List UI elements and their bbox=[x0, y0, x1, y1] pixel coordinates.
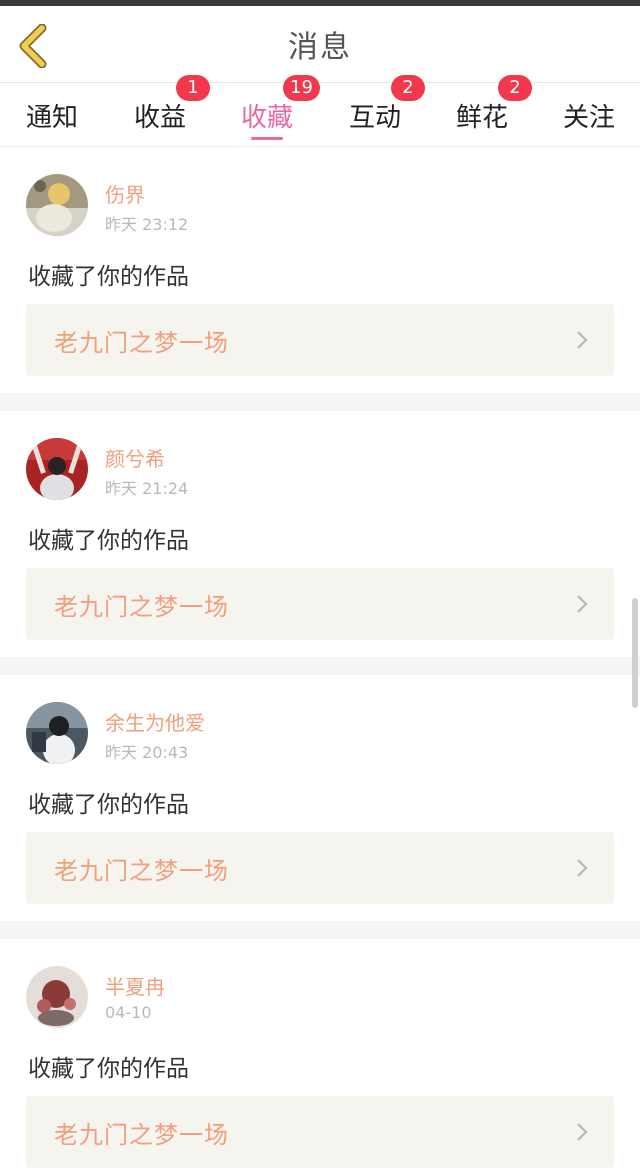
message-list: 伤界 昨天 23:12 收藏了你的作品 老九门之梦一场 颜兮希 昨天 21:24… bbox=[0, 147, 640, 1174]
chevron-left-icon bbox=[19, 24, 47, 68]
timestamp: 昨天 21:24 bbox=[105, 479, 189, 498]
timestamp: 昨天 23:12 bbox=[105, 215, 189, 234]
active-tab-indicator bbox=[251, 137, 283, 140]
tab-badge: 19 bbox=[283, 75, 320, 101]
timestamp: 昨天 20:43 bbox=[105, 743, 189, 762]
tab-favorites[interactable]: 收藏 19 bbox=[217, 75, 320, 147]
timestamp: 04-10 bbox=[105, 1003, 152, 1022]
message-card: 半夏冉 04-10 收藏了你的作品 老九门之梦一场 bbox=[0, 939, 640, 1174]
tab-follow[interactable]: 关注 bbox=[539, 83, 639, 147]
work-title: 老九门之梦一场 bbox=[54, 592, 229, 621]
avatar[interactable] bbox=[26, 174, 88, 236]
action-text: 收藏了你的作品 bbox=[28, 792, 189, 818]
tab-label: 鲜花 bbox=[455, 102, 508, 133]
message-card: 余生为他爱 昨天 20:43 收藏了你的作品 老九门之梦一场 bbox=[0, 675, 640, 921]
work-title: 老九门之梦一场 bbox=[54, 1120, 229, 1149]
action-text: 收藏了你的作品 bbox=[28, 528, 189, 554]
avatar[interactable] bbox=[26, 702, 88, 764]
tab-label: 收益 bbox=[133, 102, 186, 133]
avatar[interactable] bbox=[26, 438, 88, 500]
username[interactable]: 半夏冉 bbox=[105, 971, 165, 1000]
tab-badge: 2 bbox=[498, 75, 532, 101]
tab-label: 收藏 bbox=[240, 102, 293, 133]
page-title: 消息 bbox=[288, 30, 352, 65]
action-text: 收藏了你的作品 bbox=[28, 264, 189, 290]
work-link[interactable]: 老九门之梦一场 bbox=[26, 1096, 614, 1168]
username[interactable]: 颜兮希 bbox=[105, 443, 165, 472]
message-card: 伤界 昨天 23:12 收藏了你的作品 老九门之梦一场 bbox=[0, 147, 640, 393]
tab-label: 通知 bbox=[25, 102, 78, 133]
tab-earnings[interactable]: 收益 1 bbox=[110, 75, 210, 147]
chevron-right-icon bbox=[577, 331, 588, 349]
chevron-right-icon bbox=[577, 1123, 588, 1141]
message-card: 颜兮希 昨天 21:24 收藏了你的作品 老九门之梦一场 bbox=[0, 411, 640, 657]
work-link[interactable]: 老九门之梦一场 bbox=[26, 568, 614, 640]
tab-flowers[interactable]: 鲜花 2 bbox=[432, 75, 532, 147]
back-button[interactable] bbox=[16, 22, 50, 70]
header: 消息 bbox=[0, 6, 640, 83]
tab-badge: 2 bbox=[391, 75, 425, 101]
chevron-right-icon bbox=[577, 595, 588, 613]
work-title: 老九门之梦一场 bbox=[54, 328, 229, 357]
app-root: 消息 通知 收益 1 收藏 19 互动 2 鲜花 2 关注 伤界 昨天 23:1… bbox=[0, 0, 640, 1174]
tab-label: 关注 bbox=[562, 102, 615, 133]
work-title: 老九门之梦一场 bbox=[54, 856, 229, 885]
work-link[interactable]: 老九门之梦一场 bbox=[26, 832, 614, 904]
action-text: 收藏了你的作品 bbox=[28, 1056, 189, 1082]
avatar[interactable] bbox=[26, 966, 88, 1028]
tab-interactions[interactable]: 互动 2 bbox=[325, 75, 425, 147]
tab-bar: 通知 收益 1 收藏 19 互动 2 鲜花 2 关注 bbox=[0, 75, 640, 147]
tab-badge: 1 bbox=[176, 75, 210, 101]
work-link[interactable]: 老九门之梦一场 bbox=[26, 304, 614, 376]
tab-notifications[interactable]: 通知 bbox=[2, 83, 102, 147]
chevron-right-icon bbox=[577, 859, 588, 877]
username[interactable]: 伤界 bbox=[105, 179, 145, 208]
scrollbar[interactable] bbox=[632, 598, 638, 708]
username[interactable]: 余生为他爱 bbox=[105, 707, 205, 736]
tab-label: 互动 bbox=[348, 102, 401, 133]
